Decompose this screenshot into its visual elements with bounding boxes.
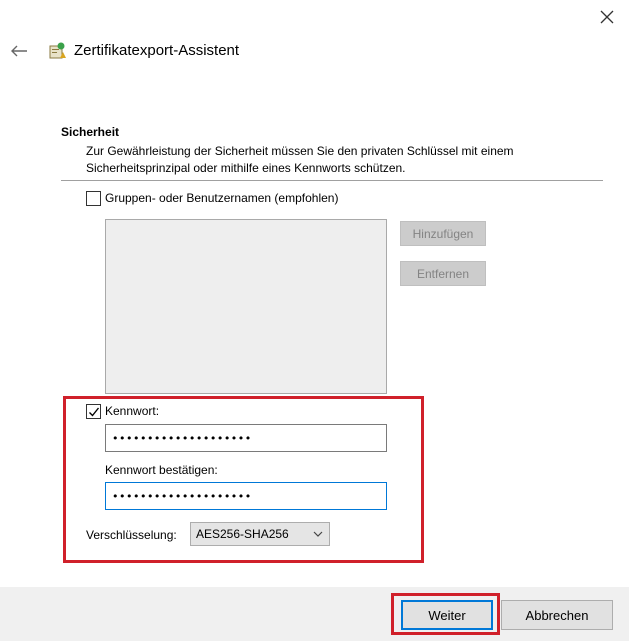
encryption-select[interactable]: AES256-SHA256 — [190, 522, 330, 546]
password-checkbox[interactable] — [86, 404, 101, 419]
principals-checkbox[interactable] — [86, 191, 101, 206]
remove-button[interactable]: Entfernen — [400, 261, 486, 286]
section-description: Zur Gewährleistung der Sicherheit müssen… — [86, 144, 514, 175]
principals-checkbox-label: Gruppen- oder Benutzernamen (empfohlen) — [105, 191, 339, 205]
checkmark-icon — [88, 407, 99, 417]
chevron-down-icon — [313, 531, 323, 537]
next-button[interactable]: Weiter — [401, 600, 493, 630]
confirm-password-input[interactable]: •••••••••••••••••••• — [105, 482, 387, 510]
back-button[interactable] — [6, 38, 32, 64]
cancel-button[interactable]: Abbrechen — [501, 600, 613, 630]
principals-list[interactable] — [105, 219, 387, 394]
encryption-label: Verschlüsselung: — [86, 528, 177, 542]
confirm-password-label: Kennwort bestätigen: — [105, 463, 218, 477]
divider — [61, 180, 603, 181]
password-checkbox-label: Kennwort: — [105, 404, 160, 418]
add-button[interactable]: Hinzufügen — [400, 221, 486, 246]
password-input[interactable]: •••••••••••••••••••• — [105, 424, 387, 452]
section-title: Sicherheit — [61, 125, 120, 139]
back-arrow-icon — [11, 45, 27, 57]
window-title: Zertifikatexport-Assistent — [74, 42, 240, 59]
close-button[interactable] — [592, 4, 622, 30]
close-icon — [600, 10, 614, 24]
certificate-wizard-icon — [47, 41, 67, 61]
encryption-selected-value: AES256-SHA256 — [196, 527, 289, 541]
